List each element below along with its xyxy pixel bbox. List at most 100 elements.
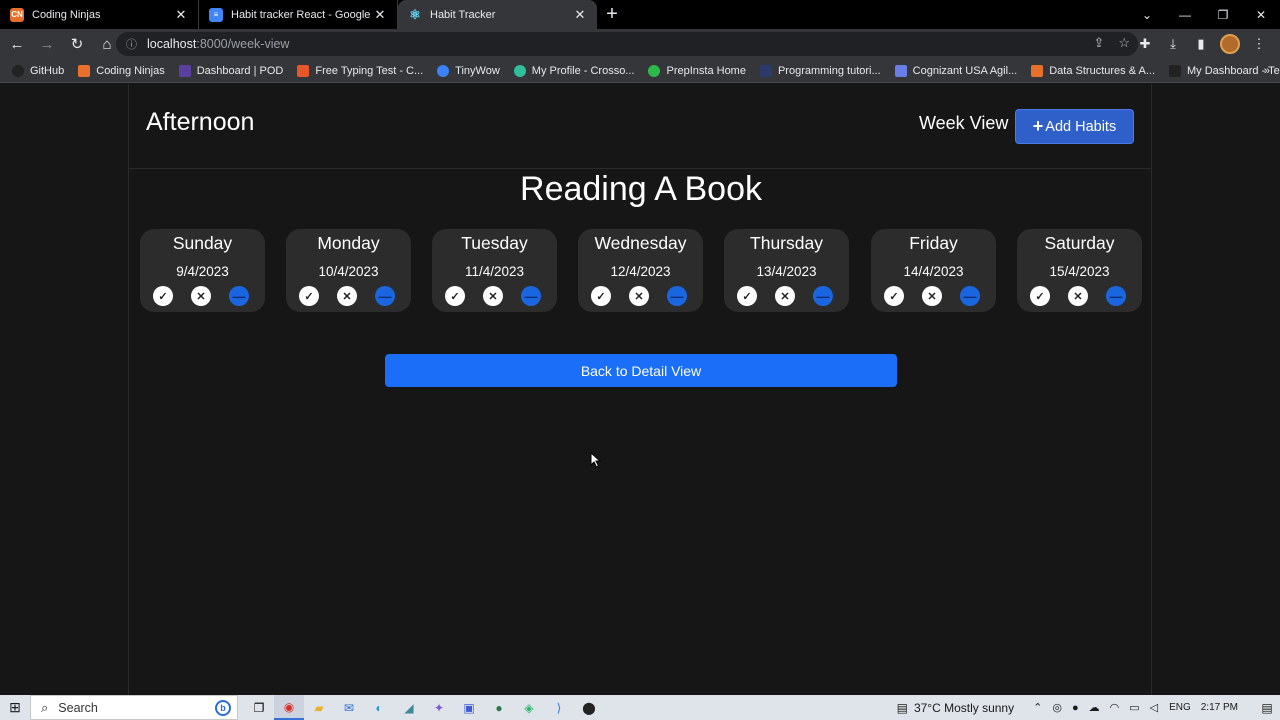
tab-habit-tracker[interactable]: ⚛ Habit Tracker ✕	[398, 0, 597, 29]
edge-icon[interactable]: ◐	[364, 695, 394, 720]
none-minus-icon[interactable]: —	[960, 286, 980, 306]
bookmark-item[interactable]: Coding Ninjas	[78, 64, 165, 77]
address-bar[interactable]: ⓘ localhost:8000/week-view ⇪ ☆	[116, 32, 1138, 56]
forward-arrow-icon[interactable]: →	[34, 31, 60, 57]
app-icon[interactable]: ●	[484, 695, 514, 720]
weather-widget[interactable]: ▤ 37°C Mostly sunny	[897, 701, 1015, 715]
done-check-icon[interactable]: ✓	[884, 286, 904, 306]
browser-toolbar: ← → ↻ ⌂ ⓘ localhost:8000/week-view ⇪ ☆ ✚…	[0, 29, 1280, 59]
done-check-icon[interactable]: ✓	[591, 286, 611, 306]
day-card-thursday: Thursday 13/4/2023 ✓ ✕ —	[724, 229, 849, 312]
profile-avatar[interactable]	[1220, 34, 1240, 54]
close-icon[interactable]: ✕	[373, 7, 387, 23]
cloud-icon[interactable]: ☁	[1089, 701, 1100, 714]
done-check-icon[interactable]: ✓	[153, 286, 173, 306]
day-date: 13/4/2023	[756, 264, 817, 279]
app-icon[interactable]: ✦	[424, 695, 454, 720]
not-done-x-icon[interactable]: ✕	[191, 286, 211, 306]
language-indicator[interactable]: ENG	[1169, 702, 1191, 713]
done-check-icon[interactable]: ✓	[737, 286, 757, 306]
app-icon[interactable]: ▣	[454, 695, 484, 720]
done-check-icon[interactable]: ✓	[299, 286, 319, 306]
coding-ninjas-icon	[78, 64, 91, 77]
add-habits-button[interactable]: + Add Habits	[1015, 109, 1134, 144]
none-minus-icon[interactable]: —	[813, 286, 833, 306]
app-icon[interactable]: ◈	[514, 695, 544, 720]
app-icon[interactable]: ◢	[394, 695, 424, 720]
windows-start-icon[interactable]: ⊞	[0, 695, 30, 720]
bookmark-item[interactable]: TinyWow	[437, 64, 500, 77]
bookmark-item[interactable]: Free Typing Test - C...	[297, 64, 423, 77]
share-icon[interactable]: ⇪	[1093, 35, 1104, 51]
back-arrow-icon[interactable]: ←	[4, 31, 30, 57]
bookmark-star-icon[interactable]: ☆	[1118, 35, 1130, 51]
done-check-icon[interactable]: ✓	[445, 286, 465, 306]
bookmark-item[interactable]: GitHub	[12, 64, 64, 77]
close-window-button[interactable]: ✕	[1242, 0, 1280, 29]
taskbar-search-box[interactable]: ⌕ Search b	[30, 695, 238, 720]
not-done-x-icon[interactable]: ✕	[629, 286, 649, 306]
tab-coding-ninjas[interactable]: CN Coding Ninjas ✕	[0, 0, 199, 29]
reload-icon[interactable]: ↻	[64, 31, 90, 57]
tray-icon[interactable]: ◎	[1052, 701, 1062, 714]
pod-icon	[178, 64, 191, 77]
not-done-x-icon[interactable]: ✕	[775, 286, 795, 306]
bing-icon[interactable]: b	[215, 699, 231, 716]
close-icon[interactable]: ✕	[174, 7, 188, 23]
url-path: :8000/week-view	[196, 37, 290, 51]
microphone-icon[interactable]: ●	[1072, 702, 1079, 714]
download-icon[interactable]: ⤓	[1164, 32, 1182, 56]
chevron-up-icon[interactable]: ⌃	[1033, 701, 1042, 714]
vscode-icon[interactable]: ⟩	[544, 695, 574, 720]
side-panel-icon[interactable]: ▮	[1192, 32, 1210, 56]
not-done-x-icon[interactable]: ✕	[922, 286, 942, 306]
minimize-button[interactable]: —	[1166, 0, 1204, 29]
typing-test-icon	[297, 64, 310, 77]
maximize-button[interactable]: ❐	[1204, 0, 1242, 29]
notifications-icon[interactable]: ▤	[1254, 695, 1280, 720]
none-minus-icon[interactable]: —	[229, 286, 249, 306]
tab-search-icon[interactable]: ⌄	[1128, 0, 1166, 29]
day-name: Wednesday	[594, 233, 687, 253]
tab-google-docs[interactable]: ≡ Habit tracker React - Google Docs ✕	[199, 0, 398, 29]
clock[interactable]: 2:17 PM	[1201, 702, 1238, 713]
none-minus-icon[interactable]: —	[521, 286, 541, 306]
menu-icon[interactable]: ⋮	[1250, 32, 1268, 56]
volume-icon[interactable]: ◁	[1150, 701, 1158, 714]
task-view-icon[interactable]: ❐	[244, 695, 274, 720]
chrome-icon[interactable]: ◉	[274, 695, 304, 720]
none-minus-icon[interactable]: —	[375, 286, 395, 306]
battery-icon[interactable]: ▭	[1129, 701, 1139, 714]
info-icon[interactable]: ⓘ	[126, 36, 137, 52]
day-name: Thursday	[750, 233, 823, 253]
done-check-icon[interactable]: ✓	[1030, 286, 1050, 306]
bookmark-item[interactable]: Cognizant USA Agil...	[894, 64, 1017, 77]
bookmarks-overflow-icon[interactable]: »	[1264, 65, 1270, 77]
bookmark-item[interactable]: Dashboard | POD	[178, 64, 283, 77]
bookmark-item[interactable]: Data Structures & A...	[1031, 64, 1155, 77]
habit-title: Reading A Book	[520, 170, 762, 208]
back-to-detail-view-button[interactable]: Back to Detail View	[385, 354, 897, 387]
add-habits-label: Add Habits	[1045, 118, 1117, 135]
taskbar-apps: ❐ ◉ ▰ ✉ ◐ ◢ ✦ ▣ ● ◈ ⟩ ⬤	[244, 695, 604, 720]
file-explorer-icon[interactable]: ▰	[304, 695, 334, 720]
view-label: Week View	[919, 113, 1009, 133]
none-minus-icon[interactable]: —	[1106, 286, 1126, 306]
bookmark-label: My Profile - Crosso...	[531, 64, 635, 77]
wifi-icon[interactable]: ◠	[1110, 701, 1120, 714]
bookmark-item[interactable]: PrepInsta Home	[648, 64, 746, 77]
extensions-icon[interactable]: ✚	[1136, 32, 1154, 56]
window-controls: ⌄ — ❐ ✕	[1128, 0, 1280, 29]
mail-icon[interactable]: ✉	[334, 695, 364, 720]
week-days-row: Sunday 9/4/2023 ✓ ✕ — Monday 10/4/2023 ✓…	[140, 229, 1142, 312]
not-done-x-icon[interactable]: ✕	[337, 286, 357, 306]
bookmark-item[interactable]: Programming tutori...	[759, 64, 881, 77]
close-icon[interactable]: ✕	[573, 7, 587, 23]
bookmark-item[interactable]: My Profile - Crosso...	[513, 64, 635, 77]
app-icon[interactable]: ⬤	[574, 695, 604, 720]
not-done-x-icon[interactable]: ✕	[483, 286, 503, 306]
habit-tracker-app: Afternoon Week View + Add Habits Reading…	[128, 84, 1152, 696]
new-tab-button[interactable]: +	[597, 0, 627, 29]
not-done-x-icon[interactable]: ✕	[1068, 286, 1088, 306]
none-minus-icon[interactable]: —	[667, 286, 687, 306]
